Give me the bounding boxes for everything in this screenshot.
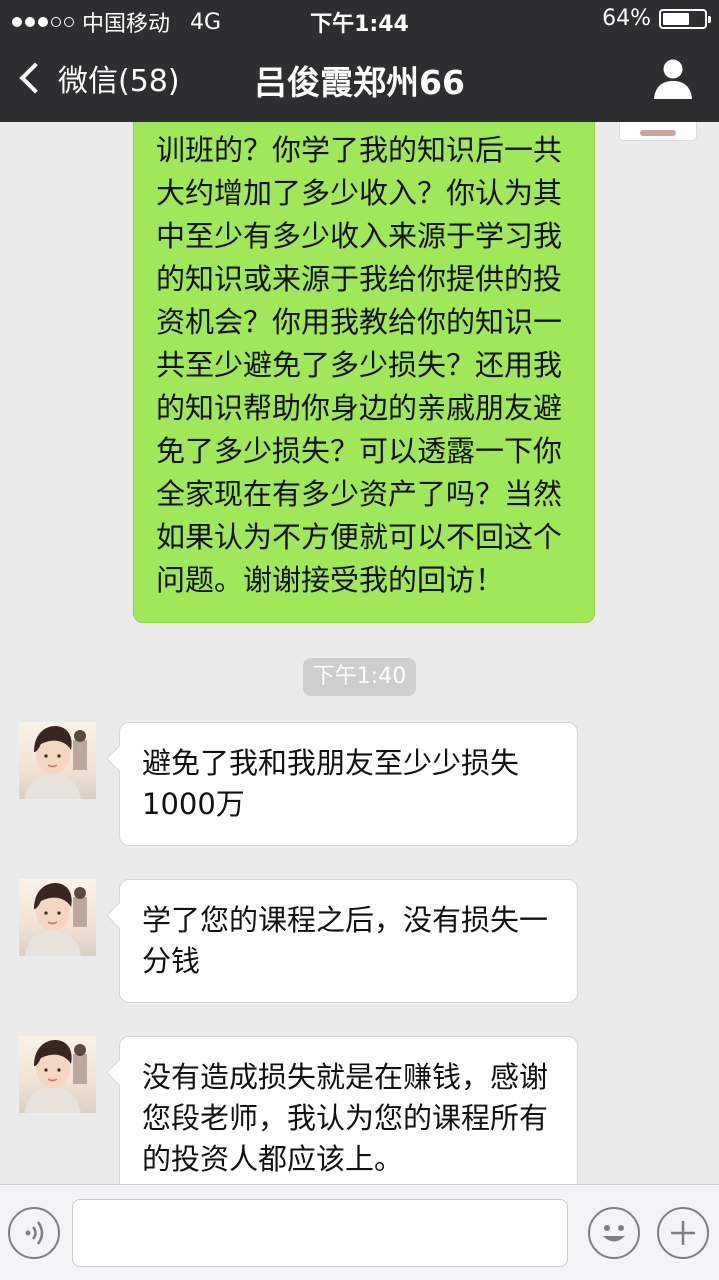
more-button[interactable] <box>657 1207 709 1259</box>
profile-icon[interactable] <box>653 58 693 100</box>
incoming-message[interactable]: 没有造成损失就是在赚钱，感谢您段老师，我认为您的课程所有的投资人都应该上。 <box>119 1036 578 1184</box>
nav-bar: 微信(58) 吕俊霞郑州66 <box>0 40 719 122</box>
emoji-button[interactable] <box>588 1207 640 1259</box>
contact-avatar[interactable] <box>19 879 96 956</box>
input-bar <box>0 1184 719 1280</box>
voice-icon <box>25 1221 44 1245</box>
chat-title: 吕俊霞郑州66 <box>254 63 465 102</box>
status-bar: 中国移动 4G 下午1:44 64% <box>0 0 719 40</box>
incoming-message[interactable]: 学了您的课程之后，没有损失一分钱 <box>119 879 578 1003</box>
outgoing-message[interactable]: 训班的？你学了我的知识后一共大约增加了多少收入？你认为其中至少有多少收入来源于学… <box>133 122 595 623</box>
message-timestamp: 下午1:40 <box>303 658 416 696</box>
top-bar: 中国移动 4G 下午1:44 64% 微信(58) 吕俊霞郑州66 <box>0 0 719 122</box>
chat-area[interactable]: 训班的？你学了我的知识后一共大约增加了多少收入？你认为其中至少有多少收入来源于学… <box>0 122 719 1184</box>
battery-icon <box>659 8 711 29</box>
emoji-icon <box>603 1225 625 1242</box>
contact-avatar[interactable] <box>19 1036 96 1113</box>
battery-percent: 64% <box>602 6 651 31</box>
voice-button[interactable] <box>8 1207 60 1259</box>
incoming-message[interactable]: 避免了我和我朋友至少少损失1000万 <box>119 722 578 846</box>
self-avatar[interactable] <box>619 122 697 141</box>
battery-info: 64% <box>602 6 711 31</box>
message-input[interactable] <box>72 1199 568 1267</box>
contact-avatar[interactable] <box>19 722 96 799</box>
plus-icon <box>671 1221 695 1245</box>
